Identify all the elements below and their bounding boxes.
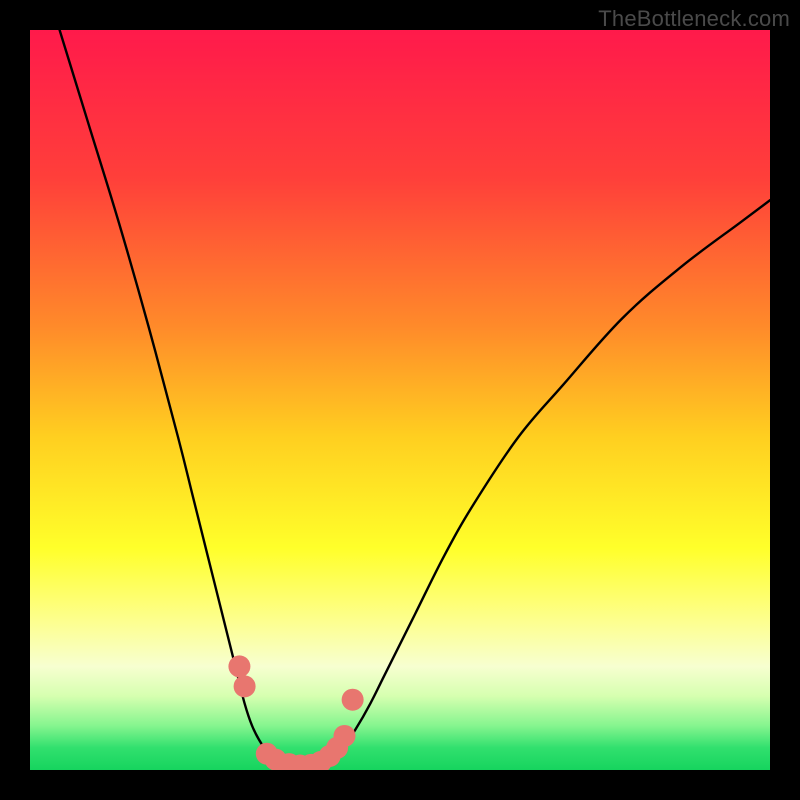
plot-area [30,30,770,770]
outer-frame: TheBottleneck.com [0,0,800,800]
highlight-point [334,725,356,747]
highlight-point [234,675,256,697]
watermark-text: TheBottleneck.com [598,6,790,32]
chart-svg [30,30,770,770]
highlight-point [342,689,364,711]
highlight-point [228,655,250,677]
gradient-background [30,30,770,770]
